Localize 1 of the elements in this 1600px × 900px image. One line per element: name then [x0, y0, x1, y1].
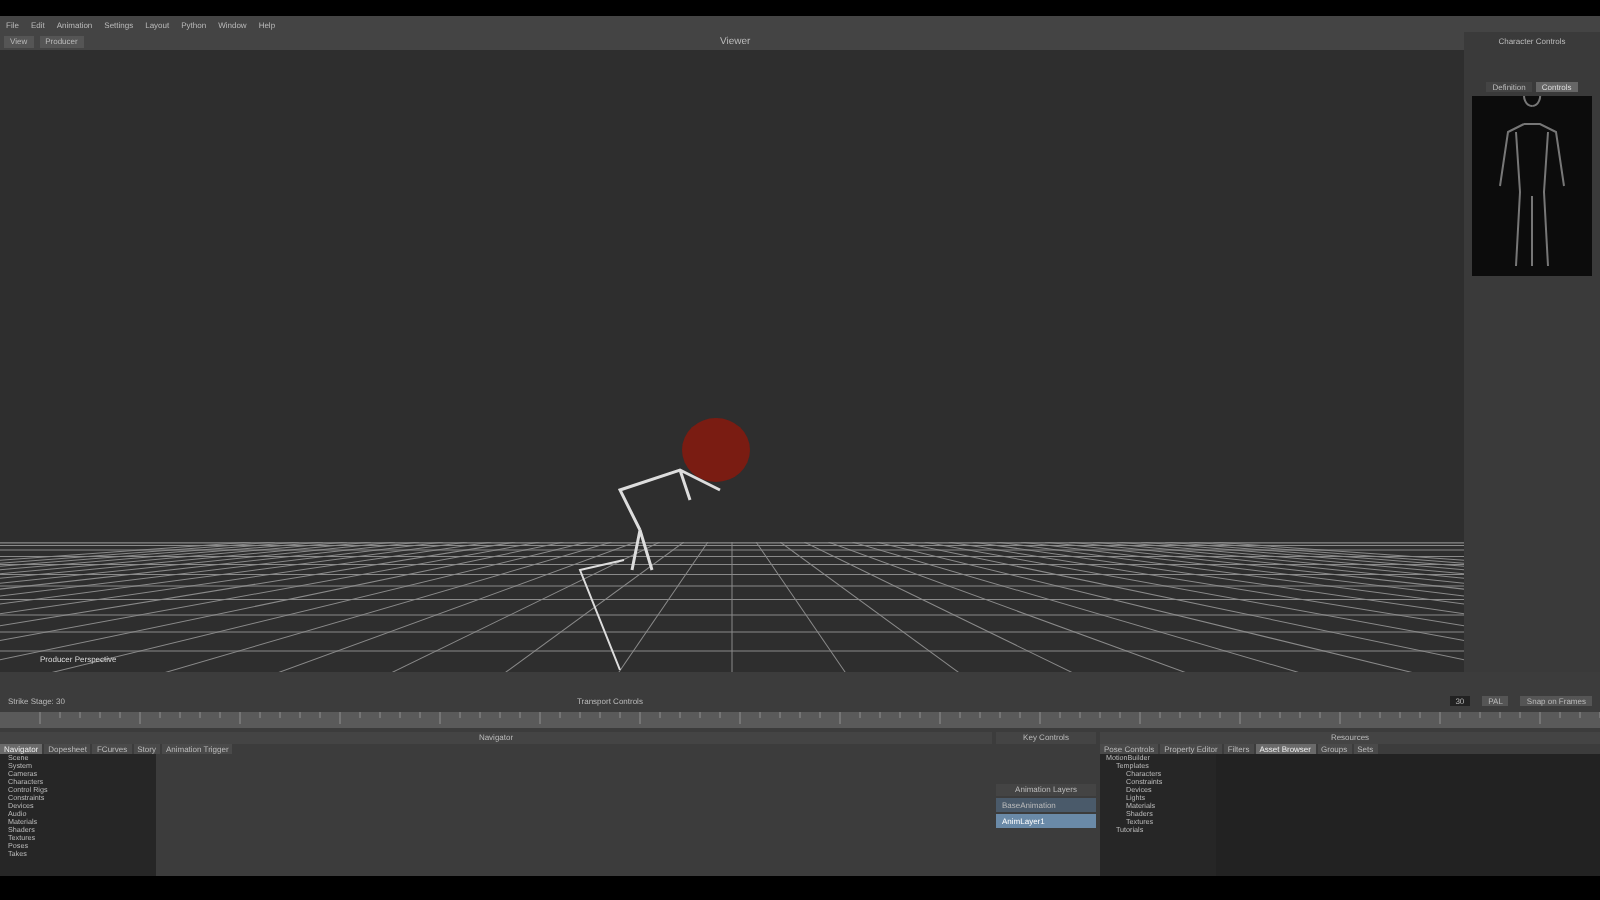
timeline-ruler[interactable] [0, 712, 1600, 728]
